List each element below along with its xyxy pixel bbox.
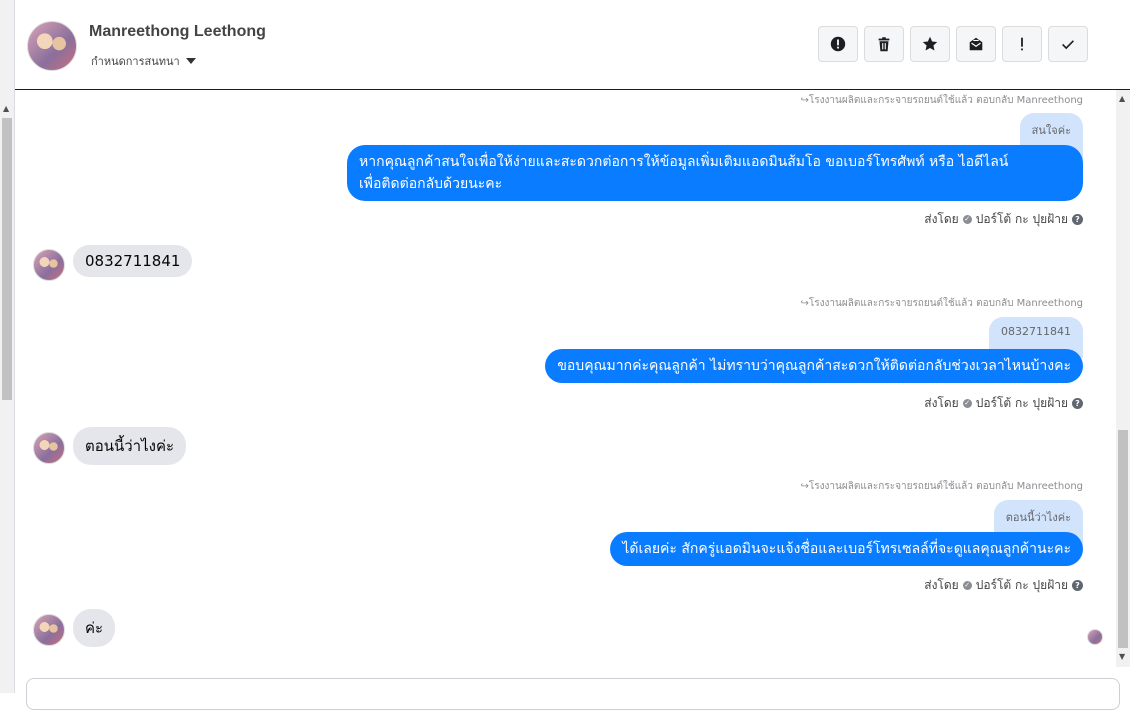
reply-arrow-icon: ↪ [800,481,809,492]
scroll-up-arrow-icon[interactable]: ▲ [1119,94,1125,103]
sent-by-info: ส่งโดย ✓ ปอร์โต้ กะ ปุยฝ้าย ? [924,394,1083,413]
star-icon [922,36,938,51]
incoming-message-bubble[interactable]: ค่ะ [73,609,116,647]
reply-arrow-icon: ↪ [800,95,809,106]
sent-by-info: ส่งโดย ✓ ปอร์โต้ กะ ปุยฝ้าย ? [924,210,1083,229]
scroll-up-arrow-icon[interactable]: ▲ [3,104,9,113]
message-thread[interactable]: ↪โรงงานผลิตและกระจายรถยนต์ใช้แล้ว ตอบกลั… [15,90,1115,667]
page-scrollbar[interactable]: ▲ [0,0,15,693]
incoming-message-bubble[interactable]: ตอนนี้ว่าไงค่ะ [73,427,187,465]
outgoing-message-bubble[interactable]: ขอบคุณมากค่ะคุณลูกค้า ไม่ทราบว่าคุณลูกค้… [545,349,1083,383]
outgoing-message-bubble[interactable]: หากคุณลูกค้าสนใจเพื่อให้ง่ายและสะดวกต่อก… [347,145,1083,201]
conversation-header: Manreethong Leethong กำหนดการสนทนา [15,0,1130,90]
reply-note: ↪โรงงานผลิตและกระจายรถยนต์ใช้แล้ว ตอบกลั… [800,95,1083,106]
incoming-message-bubble[interactable]: 0832711841 [73,245,193,277]
reply-arrow-icon: ↪ [800,298,809,309]
delete-button[interactable] [864,26,904,62]
check-icon [1062,40,1074,50]
sent-by-info: ส่งโดย ✓ ปอร์โต้ กะ ปุยฝ้าย ? [924,576,1083,595]
verified-check-icon: ✓ [962,399,972,408]
reply-note: ↪โรงงานผลิตและกระจายรถยนต์ใช้แล้ว ตอบกลั… [800,481,1083,492]
message-composer[interactable] [26,678,1120,710]
assign-conversation-label: กำหนดการสนทนา [91,55,180,68]
help-icon[interactable]: ? [1072,214,1083,225]
follow-up-button[interactable] [1002,26,1042,62]
trash-icon [878,37,890,52]
seen-indicator-avatar [1087,629,1103,645]
contact-avatar[interactable] [27,21,77,71]
thread-scrollbar-thumb[interactable] [1118,430,1128,648]
help-icon[interactable]: ? [1072,580,1083,591]
page-scrollbar-thumb[interactable] [2,118,12,400]
mark-unread-icon [969,37,983,51]
exclamation-icon [1021,37,1023,51]
assign-conversation-dropdown[interactable]: กำหนดการสนทนา [91,52,196,70]
mark-unread-button[interactable] [956,26,996,62]
outgoing-message-bubble[interactable]: ได้เลยค่ะ สักครู่แอดมินจะแจ้งชื่อและเบอร… [610,532,1083,566]
contact-avatar-small[interactable] [33,432,65,464]
scroll-down-arrow-icon[interactable]: ▼ [1119,652,1125,661]
contact-name[interactable]: Manreethong Leethong [89,23,266,41]
alert-circle-icon [830,36,846,52]
verified-check-icon: ✓ [962,215,972,224]
message-text-line: เพื่อติดต่อกลับด้วยนะคะ [359,176,503,192]
verified-check-icon: ✓ [962,581,972,590]
star-button[interactable] [910,26,950,62]
thread-scrollbar[interactable]: ▲ ▼ [1116,90,1130,667]
contact-avatar-small[interactable] [33,249,65,281]
spam-button[interactable] [818,26,858,62]
help-icon[interactable]: ? [1072,398,1083,409]
done-button[interactable] [1048,26,1088,62]
caret-down-icon [185,58,196,64]
window-edge [1130,0,1144,693]
message-text-line: หากคุณลูกค้าสนใจเพื่อให้ง่ายและสะดวกต่อก… [359,154,1009,170]
conversation-toolbar [818,26,1088,62]
contact-avatar-small[interactable] [33,614,65,646]
reply-note: ↪โรงงานผลิตและกระจายรถยนต์ใช้แล้ว ตอบกลั… [800,298,1083,309]
